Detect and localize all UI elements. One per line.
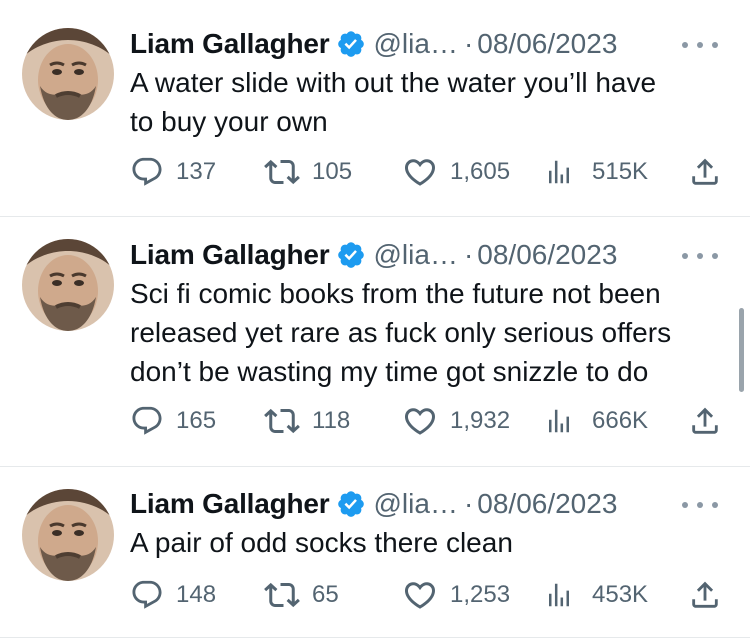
tweet-text-line: to buy your own: [130, 106, 328, 137]
tweet[interactable]: Liam Gallagher @lia… · 08/06/2023 Sci fi…: [0, 217, 750, 466]
like-count: 1,253: [450, 581, 511, 608]
verified-badge-icon: [337, 491, 364, 517]
tweet-actions: 148 65 1,253 453K: [128, 575, 728, 615]
tweet-text: A pair of odd socks there clean: [130, 523, 730, 562]
tweet-actions: 165 118 1,932 666K: [128, 401, 728, 441]
retweet-icon: [264, 159, 300, 185]
views-button[interactable]: 453K: [544, 575, 648, 615]
tweet-header: Liam Gallagher @lia… · 08/06/2023: [130, 487, 617, 521]
author-name[interactable]: Liam Gallagher: [130, 27, 330, 61]
views-count: 453K: [592, 581, 649, 608]
views-count: 515K: [592, 158, 649, 185]
retweet-count: 65: [312, 581, 339, 608]
like-button[interactable]: 1,253: [402, 575, 510, 615]
tweet-date[interactable]: 08/06/2023: [477, 238, 617, 272]
retweet-count: 118: [312, 407, 351, 434]
like-button[interactable]: 1,932: [402, 401, 510, 441]
reply-icon: [132, 406, 162, 435]
share-icon: [692, 581, 718, 608]
retweet-button[interactable]: 65: [264, 575, 339, 615]
reply-count: 165: [176, 407, 217, 434]
verified-badge-icon: [337, 242, 364, 268]
retweet-button[interactable]: 118: [264, 401, 350, 441]
views-button[interactable]: 666K: [544, 401, 648, 441]
author-name[interactable]: Liam Gallagher: [130, 487, 330, 521]
like-button[interactable]: 1,605: [402, 152, 510, 192]
tweet-text-line: A water slide with out the water you’ll …: [130, 67, 657, 98]
views-count: 666K: [592, 407, 649, 434]
like-icon: [404, 408, 436, 435]
share-icon: [692, 407, 718, 434]
author-handle[interactable]: @lia…: [374, 487, 458, 521]
avatar[interactable]: [22, 489, 114, 581]
tweet-actions: 137 105 1,605 515K: [128, 152, 728, 192]
separator: ·: [463, 488, 474, 519]
tweet-date[interactable]: 08/06/2023: [477, 487, 617, 521]
author-handle[interactable]: @lia…: [374, 238, 458, 272]
author-handle[interactable]: @lia…: [374, 27, 458, 61]
tweet-header: Liam Gallagher @lia… · 08/06/2023: [130, 238, 617, 272]
reply-icon: [132, 157, 162, 186]
tweet-text-line: don’t be wasting my time got snizzle to …: [130, 356, 649, 387]
separator: ·: [463, 28, 474, 59]
share-button[interactable]: [688, 575, 722, 615]
share-button[interactable]: [688, 401, 722, 441]
divider: [0, 637, 750, 638]
retweet-icon: [264, 408, 300, 434]
avatar[interactable]: [22, 239, 114, 331]
retweet-icon: [264, 582, 300, 608]
views-button[interactable]: 515K: [544, 152, 648, 192]
reply-button[interactable]: 137: [130, 152, 216, 192]
tweet[interactable]: Liam Gallagher @lia… · 08/06/2023 A wate…: [0, 0, 750, 216]
author-name[interactable]: Liam Gallagher: [130, 238, 330, 272]
retweet-button[interactable]: 105: [264, 152, 352, 192]
more-options-icon[interactable]: [682, 251, 718, 261]
more-options-icon[interactable]: [682, 40, 718, 50]
tweet-text-line: released yet rare as fuck only serious o…: [130, 317, 672, 348]
views-icon: [549, 160, 569, 184]
scrollbar[interactable]: [739, 308, 744, 392]
views-icon: [549, 409, 569, 433]
like-icon: [404, 159, 436, 186]
retweet-count: 105: [312, 158, 353, 185]
reply-icon: [132, 580, 162, 609]
verified-badge-icon: [337, 31, 364, 57]
reply-button[interactable]: 148: [130, 575, 216, 615]
avatar[interactable]: [22, 28, 114, 120]
tweet[interactable]: Liam Gallagher @lia… · 08/06/2023 A pair…: [0, 467, 750, 637]
share-icon: [692, 158, 718, 185]
tweet-text-line: Sci fi comic books from the future not b…: [130, 278, 661, 309]
tweet-text: A water slide with out the water you’ll …: [130, 63, 730, 141]
tweet-header: Liam Gallagher @lia… · 08/06/2023: [130, 27, 617, 61]
like-count: 1,932: [450, 407, 511, 434]
tweet-text: Sci fi comic books from the future not b…: [130, 274, 730, 391]
reply-button[interactable]: 165: [130, 401, 216, 441]
more-options-icon[interactable]: [682, 500, 718, 510]
share-button[interactable]: [688, 152, 722, 192]
views-icon: [549, 583, 569, 607]
reply-count: 148: [176, 581, 217, 608]
like-icon: [404, 582, 436, 609]
tweet-text-line: A pair of odd socks there clean: [130, 527, 513, 558]
tweet-date[interactable]: 08/06/2023: [477, 27, 617, 61]
reply-count: 137: [176, 158, 217, 185]
separator: ·: [463, 239, 474, 270]
like-count: 1,605: [450, 158, 511, 185]
